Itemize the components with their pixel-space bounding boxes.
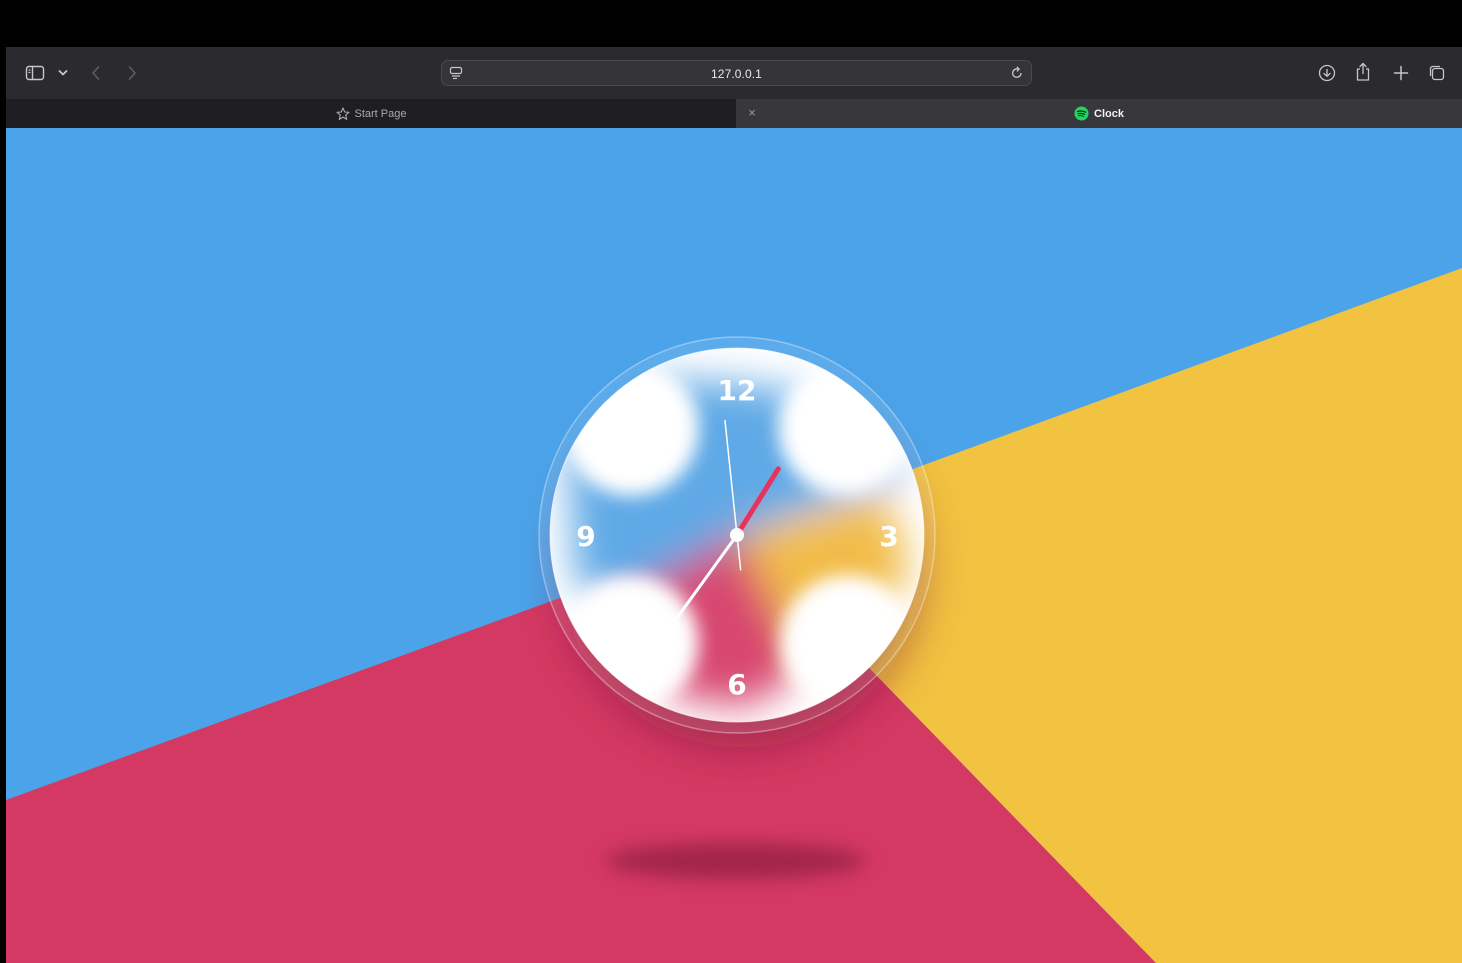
chevron-down-icon[interactable] <box>56 65 70 81</box>
clock: 12 3 6 9 <box>538 336 936 748</box>
browser-window: 127.0.0.1 Start Page × Clock 12 3 6 9 <box>0 0 1462 963</box>
reload-icon[interactable] <box>1009 65 1025 81</box>
sidebar-toggle-icon[interactable] <box>24 63 46 83</box>
tab-start-page[interactable]: Start Page <box>6 99 736 128</box>
window-edge <box>0 0 6 963</box>
numeral-12: 12 <box>718 374 757 407</box>
numeral-6: 6 <box>727 668 746 701</box>
page-content: 12 3 6 9 <box>6 128 1462 963</box>
address-bar[interactable]: 127.0.0.1 <box>441 60 1032 86</box>
forward-arrow-icon[interactable] <box>124 63 140 83</box>
tab-start-page-label: Start Page <box>354 107 407 120</box>
numeral-3: 3 <box>879 520 898 553</box>
numeral-9: 9 <box>576 520 595 553</box>
download-icon[interactable] <box>1317 63 1337 83</box>
tab-clock-label: Clock <box>1094 107 1124 120</box>
star-icon <box>335 106 350 120</box>
tab-clock[interactable]: × Clock <box>736 99 1462 128</box>
browser-toolbar: 127.0.0.1 <box>6 47 1462 99</box>
menu-bar-area <box>0 0 1462 47</box>
tab-bar: Start Page × Clock <box>6 99 1462 128</box>
back-arrow-icon[interactable] <box>88 63 104 83</box>
new-tab-plus-icon[interactable] <box>1391 63 1411 83</box>
share-icon[interactable] <box>1353 61 1373 83</box>
tab-overview-icon[interactable] <box>1427 63 1447 83</box>
spotify-icon <box>1074 106 1089 121</box>
close-tab-icon[interactable]: × <box>744 105 760 121</box>
url-text: 127.0.0.1 <box>711 67 762 81</box>
clock-center-pin <box>730 528 744 542</box>
